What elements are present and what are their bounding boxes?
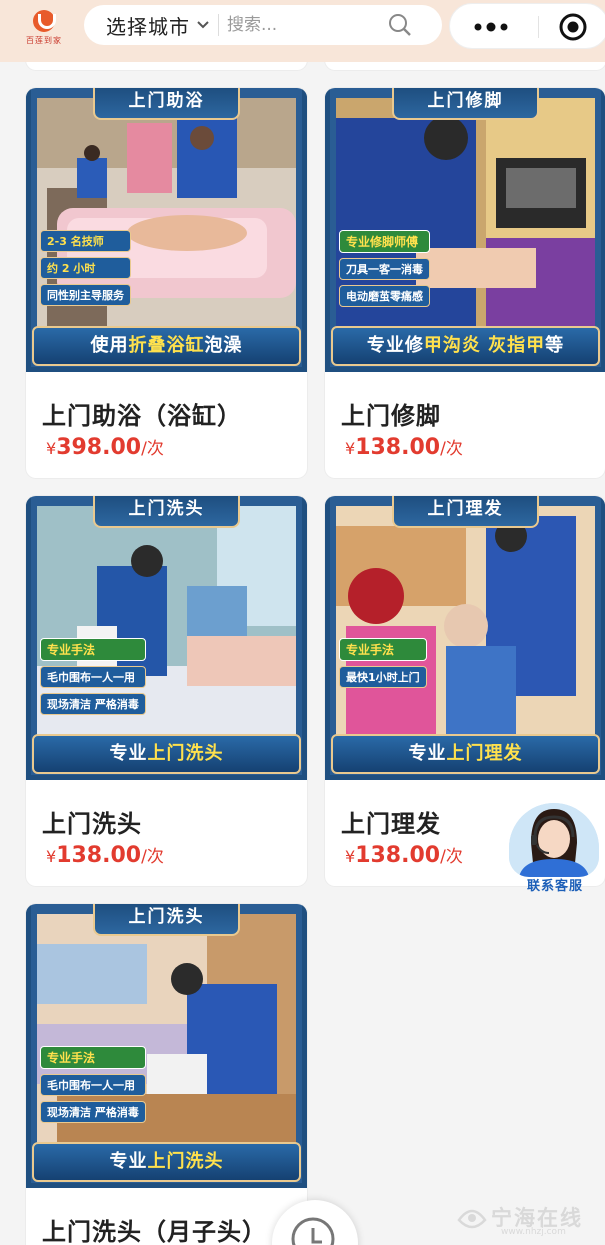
product-image: 专业修脚师傅 刀具一客一消毒 电动磨茧零痛感 上门修脚 专业修甲沟炎 灰指甲等 bbox=[325, 88, 605, 372]
feature-chips: 专业手法 最快1小时上门 bbox=[339, 638, 427, 688]
price-unit: /次 bbox=[141, 847, 164, 867]
feature-chip: 毛巾围布一人一用 bbox=[40, 666, 146, 688]
customer-service-button[interactable]: 联系客服 bbox=[505, 803, 605, 895]
product-price: ¥398.00/次 bbox=[46, 434, 164, 460]
feature-chip: 专业手法 bbox=[339, 638, 427, 661]
capsule-divider bbox=[538, 16, 539, 38]
banner-text: 专业 bbox=[408, 743, 447, 764]
feature-chips: 2-3 名技师 约 2 小时 同性别主导服务 bbox=[40, 230, 131, 306]
product-title: 上门助浴（浴缸） bbox=[42, 402, 242, 430]
back-to-top-icon bbox=[288, 1214, 338, 1245]
price-value: 138.00 bbox=[355, 435, 441, 460]
banner-highlight: 上门洗头 bbox=[147, 1151, 224, 1172]
product-card-hairwash[interactable]: 专业手法 毛巾围布一人一用 现场清洁 严格消毒 上门洗头 专业上门洗头 上门洗头… bbox=[26, 496, 307, 886]
chevron-down-icon bbox=[196, 18, 210, 32]
feature-chip: 2-3 名技师 bbox=[40, 230, 131, 252]
category-tag: 上门洗头 bbox=[93, 904, 240, 936]
feature-chip: 最快1小时上门 bbox=[339, 666, 427, 688]
feature-chip: 专业手法 bbox=[40, 638, 146, 661]
top-bar: 百莲到家 选择城市 bbox=[0, 0, 605, 62]
banner-text: 专业 bbox=[109, 743, 148, 764]
service-label: 联系客服 bbox=[527, 879, 584, 894]
product-price: ¥138.00/次 bbox=[46, 842, 164, 868]
feature-chips: 专业手法 毛巾围布一人一用 现场清洁 严格消毒 bbox=[40, 638, 146, 715]
banner-highlight: 甲沟炎 灰指甲 bbox=[423, 335, 546, 356]
more-icon[interactable] bbox=[470, 17, 512, 37]
city-selector[interactable]: 选择城市 bbox=[84, 11, 210, 40]
price-unit: /次 bbox=[440, 439, 463, 459]
logo-icon bbox=[33, 10, 56, 32]
product-image: 2-3 名技师 约 2 小时 同性别主导服务 上门助浴 使用折叠浴缸泡澡 bbox=[26, 88, 307, 372]
feature-chip: 电动磨茧零痛感 bbox=[339, 285, 430, 307]
price-symbol: ¥ bbox=[345, 847, 356, 866]
watermark-icon bbox=[457, 1209, 487, 1229]
price-unit: /次 bbox=[141, 439, 164, 459]
target-icon[interactable] bbox=[558, 12, 588, 42]
product-title: 上门理发 bbox=[341, 810, 441, 838]
product-card-bath[interactable]: 2-3 名技师 约 2 小时 同性别主导服务 上门助浴 使用折叠浴缸泡澡 上门助… bbox=[26, 88, 307, 478]
price-symbol: ¥ bbox=[46, 847, 57, 866]
feature-chip: 同性别主导服务 bbox=[40, 284, 131, 306]
product-image: 专业手法 毛巾围布一人一用 现场清洁 严格消毒 上门洗头 专业上门洗头 bbox=[26, 496, 307, 780]
price-value: 138.00 bbox=[56, 843, 142, 868]
feature-chip: 专业手法 bbox=[40, 1046, 146, 1069]
feature-chip: 约 2 小时 bbox=[40, 257, 131, 279]
banner-text: 专业修 bbox=[366, 335, 424, 356]
product-card-hairwash-postpartum[interactable]: 专业手法 毛巾围布一人一用 现场清洁 严格消毒 上门洗头 专业上门洗头 上门洗头… bbox=[26, 904, 307, 1245]
category-tag: 上门助浴 bbox=[93, 88, 240, 120]
watermark-url: www.nhzj.com bbox=[501, 1227, 566, 1237]
image-banner: 专业上门洗头 bbox=[32, 1142, 301, 1182]
price-value: 138.00 bbox=[355, 843, 441, 868]
product-title: 上门洗头 bbox=[42, 810, 142, 838]
banner-text: 使用 bbox=[90, 335, 129, 356]
price-symbol: ¥ bbox=[345, 439, 356, 458]
image-banner: 使用折叠浴缸泡澡 bbox=[32, 326, 301, 366]
image-banner: 专业上门洗头 bbox=[32, 734, 301, 774]
category-tag: 上门修脚 bbox=[392, 88, 539, 120]
product-title: 上门洗头（月子头） bbox=[42, 1218, 267, 1245]
banner-highlight: 折叠浴缸 bbox=[128, 335, 205, 356]
price-value: 398.00 bbox=[56, 435, 142, 460]
product-image: 专业手法 毛巾围布一人一用 现场清洁 严格消毒 上门洗头 专业上门洗头 bbox=[26, 904, 307, 1188]
banner-highlight: 上门洗头 bbox=[147, 743, 224, 764]
feature-chip: 毛巾围布一人一用 bbox=[40, 1074, 146, 1096]
search-icon[interactable] bbox=[388, 13, 412, 37]
banner-text: 泡澡 bbox=[204, 335, 243, 356]
category-tag: 上门理发 bbox=[392, 496, 539, 528]
product-title: 上门修脚 bbox=[341, 402, 441, 430]
feature-chip: 专业修脚师傅 bbox=[339, 230, 430, 253]
product-image: 专业手法 最快1小时上门 上门理发 专业上门理发 bbox=[325, 496, 605, 780]
product-card-pedicure[interactable]: 专业修脚师傅 刀具一客一消毒 电动磨茧零痛感 上门修脚 专业修甲沟炎 灰指甲等 … bbox=[325, 88, 605, 478]
category-tag: 上门洗头 bbox=[93, 496, 240, 528]
watermark: 宁海在线 www.nhzj.com bbox=[455, 1200, 595, 1240]
logo-text: 百莲到家 bbox=[26, 36, 62, 45]
search-input[interactable] bbox=[227, 15, 357, 35]
feature-chip: 现场清洁 严格消毒 bbox=[40, 693, 146, 715]
price-symbol: ¥ bbox=[46, 439, 57, 458]
feature-chip: 现场清洁 严格消毒 bbox=[40, 1101, 146, 1123]
price-unit: /次 bbox=[440, 847, 463, 867]
image-banner: 专业修甲沟炎 灰指甲等 bbox=[331, 326, 600, 366]
banner-text: 专业 bbox=[109, 1151, 148, 1172]
image-banner: 专业上门理发 bbox=[331, 734, 600, 774]
search-bar: 选择城市 bbox=[84, 5, 442, 45]
mini-program-capsule bbox=[449, 3, 605, 49]
service-avatar bbox=[509, 803, 599, 877]
banner-highlight: 上门理发 bbox=[446, 743, 523, 764]
feature-chip: 刀具一客一消毒 bbox=[339, 258, 430, 280]
app-logo[interactable]: 百莲到家 bbox=[26, 8, 62, 52]
city-label: 选择城市 bbox=[106, 14, 190, 39]
banner-text: 等 bbox=[545, 335, 565, 356]
product-price: ¥138.00/次 bbox=[345, 434, 463, 460]
feature-chips: 专业手法 毛巾围布一人一用 现场清洁 严格消毒 bbox=[40, 1046, 146, 1123]
search-divider bbox=[218, 14, 219, 36]
feature-chips: 专业修脚师傅 刀具一客一消毒 电动磨茧零痛感 bbox=[339, 230, 430, 307]
product-price: ¥138.00/次 bbox=[345, 842, 463, 868]
